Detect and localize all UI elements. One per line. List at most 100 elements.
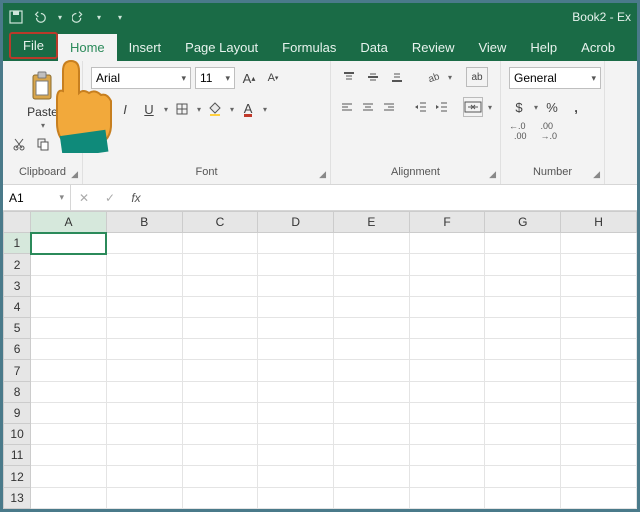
cell[interactable]: [106, 318, 182, 339]
cell[interactable]: [561, 233, 637, 254]
cell[interactable]: [106, 275, 182, 296]
row-header[interactable]: 11: [4, 445, 31, 466]
cell[interactable]: [485, 445, 561, 466]
cell[interactable]: [409, 381, 485, 402]
cell[interactable]: [485, 275, 561, 296]
cell[interactable]: [561, 254, 637, 275]
fill-dropdown-icon[interactable]: ▾: [229, 105, 234, 114]
row-header[interactable]: 4: [4, 296, 31, 317]
cell[interactable]: [334, 424, 410, 445]
font-size-combo[interactable]: 11▾: [195, 67, 235, 89]
number-launcher-icon[interactable]: ◢: [593, 169, 600, 180]
cell[interactable]: [31, 339, 107, 360]
align-middle-icon[interactable]: [363, 67, 383, 87]
cell[interactable]: [258, 275, 334, 296]
underline-button[interactable]: U: [139, 99, 159, 119]
cell[interactable]: [106, 360, 182, 381]
select-all-corner[interactable]: [4, 212, 31, 233]
cell[interactable]: [106, 233, 182, 254]
increase-decimal-icon[interactable]: ←.0 .00: [509, 121, 527, 141]
tab-help[interactable]: Help: [518, 34, 569, 61]
number-format-combo[interactable]: General▾: [509, 67, 601, 89]
cell[interactable]: [561, 381, 637, 402]
cell[interactable]: [31, 275, 107, 296]
row-header[interactable]: 9: [4, 402, 31, 423]
row-header[interactable]: 2: [4, 254, 31, 275]
bold-button[interactable]: B: [91, 99, 111, 119]
cell[interactable]: [31, 360, 107, 381]
cell[interactable]: [334, 275, 410, 296]
cell[interactable]: [106, 402, 182, 423]
col-header-F[interactable]: F: [409, 212, 485, 233]
font-launcher-icon[interactable]: ◢: [319, 169, 326, 180]
paste-button[interactable]: Paste ▾: [11, 67, 74, 130]
fontcolor-dropdown-icon[interactable]: ▾: [262, 105, 267, 114]
align-left-icon[interactable]: [339, 97, 356, 117]
cell[interactable]: [409, 318, 485, 339]
cell[interactable]: [182, 296, 258, 317]
cell[interactable]: [106, 445, 182, 466]
cell[interactable]: [409, 275, 485, 296]
cell[interactable]: [561, 424, 637, 445]
cell[interactable]: [561, 445, 637, 466]
tab-data[interactable]: Data: [348, 34, 399, 61]
cell[interactable]: [561, 402, 637, 423]
orientation-dropdown-icon[interactable]: ▾: [447, 73, 452, 82]
cell[interactable]: [561, 487, 637, 508]
cell[interactable]: [561, 360, 637, 381]
cell[interactable]: [334, 360, 410, 381]
paste-dropdown-icon[interactable]: ▾: [40, 121, 45, 130]
cell[interactable]: [485, 296, 561, 317]
copy-icon[interactable]: [35, 134, 51, 154]
cell[interactable]: [485, 424, 561, 445]
cell[interactable]: [485, 254, 561, 275]
formula-input[interactable]: [149, 185, 637, 210]
cell[interactable]: [561, 296, 637, 317]
cell[interactable]: [334, 381, 410, 402]
cell-A1[interactable]: [31, 233, 107, 254]
tab-acrobat[interactable]: Acrob: [569, 34, 627, 61]
cell[interactable]: [409, 296, 485, 317]
cell[interactable]: [258, 445, 334, 466]
cell[interactable]: [485, 339, 561, 360]
cell[interactable]: [182, 424, 258, 445]
cell[interactable]: [31, 296, 107, 317]
decrease-indent-icon[interactable]: [412, 97, 429, 117]
cell[interactable]: [409, 487, 485, 508]
italic-button[interactable]: I: [115, 99, 135, 119]
cell[interactable]: [31, 254, 107, 275]
cut-icon[interactable]: [11, 134, 27, 154]
cell[interactable]: [182, 318, 258, 339]
cell[interactable]: [106, 466, 182, 487]
cell[interactable]: [106, 339, 182, 360]
percent-format-icon[interactable]: %: [542, 97, 562, 117]
tab-view[interactable]: View: [466, 34, 518, 61]
cell[interactable]: [258, 296, 334, 317]
cell[interactable]: [334, 339, 410, 360]
cell[interactable]: [334, 487, 410, 508]
cell[interactable]: [258, 339, 334, 360]
cell[interactable]: [561, 318, 637, 339]
row-header[interactable]: 5: [4, 318, 31, 339]
col-header-C[interactable]: C: [182, 212, 258, 233]
cell[interactable]: [485, 381, 561, 402]
wrap-text-icon[interactable]: ab: [466, 67, 488, 87]
cell[interactable]: [31, 318, 107, 339]
tab-formulas[interactable]: Formulas: [270, 34, 348, 61]
border-icon[interactable]: [172, 99, 192, 119]
cell[interactable]: [409, 254, 485, 275]
cell[interactable]: [258, 424, 334, 445]
row-header[interactable]: 12: [4, 466, 31, 487]
cell[interactable]: [334, 318, 410, 339]
cell[interactable]: [182, 402, 258, 423]
cell[interactable]: [182, 487, 258, 508]
cell[interactable]: [31, 487, 107, 508]
cell[interactable]: [258, 381, 334, 402]
redo-icon[interactable]: [72, 10, 86, 24]
row-header[interactable]: 3: [4, 275, 31, 296]
decrease-font-icon[interactable]: A▾: [263, 68, 283, 88]
orientation-icon[interactable]: ab: [423, 67, 443, 87]
col-header-H[interactable]: H: [561, 212, 637, 233]
cell[interactable]: [258, 254, 334, 275]
cell[interactable]: [258, 487, 334, 508]
